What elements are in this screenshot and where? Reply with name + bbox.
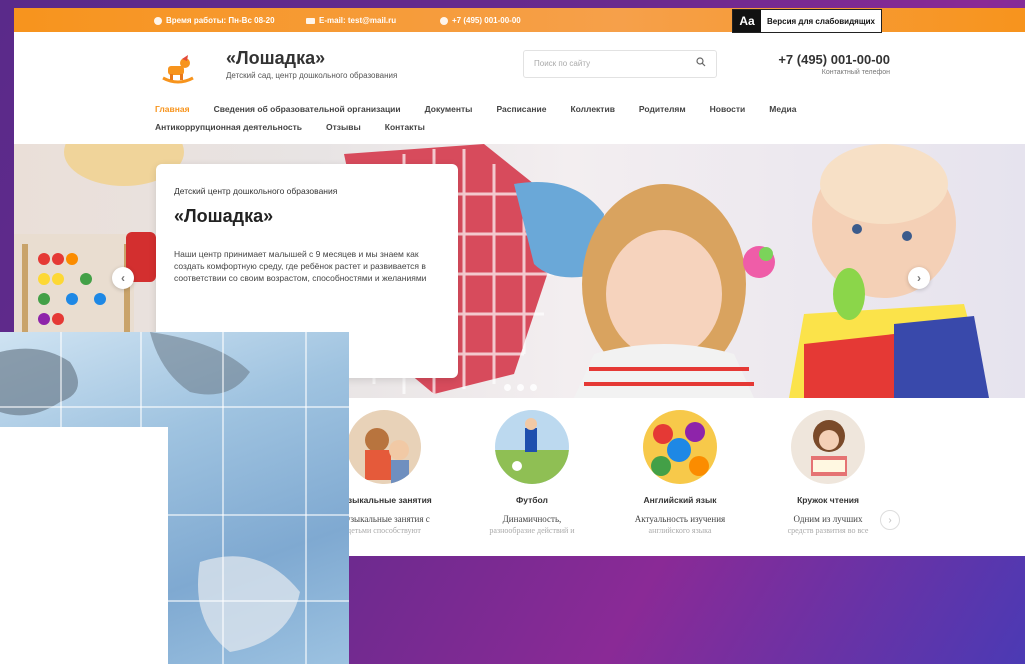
activity-text: Актуальность изучения xyxy=(634,514,726,524)
site-subtitle: Детский сад, центр дошкольного образован… xyxy=(226,71,398,80)
logo[interactable] xyxy=(159,52,197,86)
phone-icon xyxy=(440,16,448,25)
hero-title: «Лошадка» xyxy=(174,206,274,226)
search-input[interactable]: Поиск по сайту xyxy=(523,50,717,78)
blank-overlay-panel xyxy=(0,427,168,664)
search-icon[interactable] xyxy=(696,57,706,67)
clock-icon xyxy=(154,16,162,25)
working-hours-text: Время работы: Пн-Вс 08-20 xyxy=(166,16,275,25)
hero-kicker: Детский центр дошкольного образования xyxy=(174,186,338,196)
chevron-left-icon: ‹ xyxy=(121,271,125,285)
low-vision-version-button[interactable]: Aa Версия для слабовидящих xyxy=(732,9,882,33)
activity-image xyxy=(643,410,717,484)
activity-image xyxy=(495,410,569,484)
slider-dot[interactable] xyxy=(517,384,524,391)
nav-item[interactable]: Сведения об образовательной организации xyxy=(214,104,401,114)
mail-icon xyxy=(306,17,315,24)
activity-text-faded: разнообразие действий и xyxy=(489,526,575,535)
slider-dots xyxy=(504,384,537,391)
activity-title: Футбол xyxy=(516,495,548,505)
chevron-right-icon: › xyxy=(917,271,921,285)
activity-text-faded: средств развития во все xyxy=(787,526,869,535)
nav-row-2: Антикоррупционная деятельность Отзывы Конт… xyxy=(155,118,895,136)
nav-item[interactable]: Документы xyxy=(425,104,473,114)
hero-text: Наши центр принимает малышей с 9 месяцев… xyxy=(174,249,427,283)
header-phone[interactable]: +7 (495) 001-00-00 xyxy=(754,52,890,67)
working-hours: Время работы: Пн-Вс 08-20 xyxy=(154,16,275,25)
slider-dot[interactable] xyxy=(530,384,537,391)
slider-prev-button[interactable]: ‹ xyxy=(112,267,134,289)
font-size-icon: Aa xyxy=(733,10,761,32)
activity-image xyxy=(347,410,421,484)
slider-dot[interactable] xyxy=(504,384,511,391)
activity-title: Английский язык xyxy=(643,495,717,505)
map-grid-line xyxy=(222,332,224,664)
nav-item[interactable]: Коллектив xyxy=(570,104,614,114)
email-info[interactable]: E-mail: test@mail.ru xyxy=(306,16,396,25)
activity-title: Кружок чтения xyxy=(797,495,859,505)
nav-item[interactable]: Отзывы xyxy=(326,122,361,132)
phone-info[interactable]: +7 (495) 001-00-00 xyxy=(440,16,521,25)
activity-text-faded: английского языка xyxy=(648,526,712,535)
top-info-bar: Время работы: Пн-Вс 08-20 E-mail: test@m… xyxy=(14,8,1025,33)
nav-item[interactable]: Антикоррупционная деятельность xyxy=(155,122,302,132)
nav-item[interactable]: Главная xyxy=(155,104,190,114)
email-text[interactable]: E-mail: test@mail.ru xyxy=(319,16,396,25)
activity-card-football[interactable]: Футбол Динамичность, разнообразие действ… xyxy=(457,410,607,536)
topbar-phone-text[interactable]: +7 (495) 001-00-00 xyxy=(452,16,521,25)
low-vision-label[interactable]: Версия для слабовидящих xyxy=(761,10,881,32)
phone-caption: Контактный телефон xyxy=(821,69,890,76)
nav-item[interactable]: Новости xyxy=(710,104,746,114)
nav-item[interactable]: Родителям xyxy=(639,104,686,114)
activity-text: Динамичность, xyxy=(502,514,562,524)
activity-card-english[interactable]: Английский язык Актуальность изучения ан… xyxy=(605,410,755,536)
nav-item[interactable]: Контакты xyxy=(385,122,425,132)
nav-item[interactable]: Медиа xyxy=(769,104,796,114)
nav-row-1: Главная Сведения об образовательной орган… xyxy=(155,100,895,118)
activities-next-button[interactable]: › xyxy=(880,510,900,530)
map-grid-line xyxy=(0,406,349,408)
map-grid-line xyxy=(305,332,307,664)
slider-next-button[interactable]: › xyxy=(908,267,930,289)
site-title[interactable]: «Лошадка» xyxy=(226,48,325,69)
chevron-right-icon: › xyxy=(888,514,892,526)
activity-image xyxy=(791,410,865,484)
search-placeholder: Поиск по сайту xyxy=(534,59,591,68)
main-nav: Главная Сведения об образовательной орган… xyxy=(155,100,895,136)
nav-item[interactable]: Расписание xyxy=(496,104,546,114)
